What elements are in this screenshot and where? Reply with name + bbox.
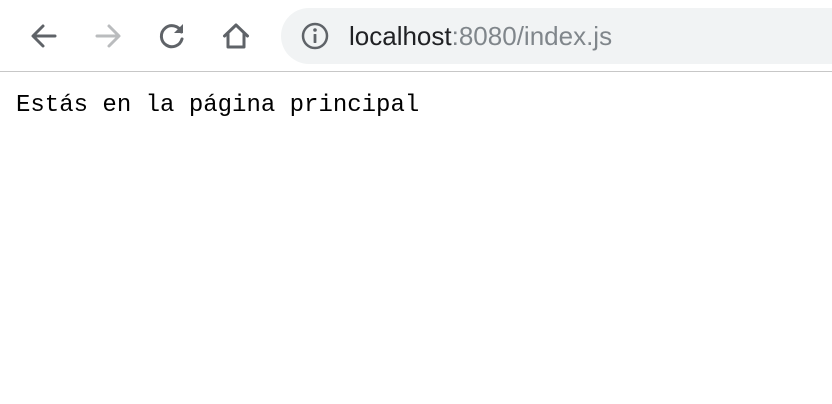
- page-message: Estás en la página principal: [16, 92, 420, 119]
- url-text[interactable]: localhost:8080/index.js: [349, 8, 612, 64]
- url-path: :8080/index.js: [451, 21, 613, 51]
- back-button[interactable]: [24, 16, 64, 56]
- arrow-left-icon: [31, 24, 57, 48]
- home-icon: [223, 23, 249, 49]
- browser-toolbar: localhost:8080/index.js: [0, 0, 832, 72]
- address-bar[interactable]: localhost:8080/index.js: [281, 8, 832, 64]
- arrow-right-icon: [95, 24, 121, 48]
- url-host: localhost: [349, 21, 452, 51]
- forward-button[interactable]: [88, 16, 128, 56]
- home-button[interactable]: [216, 16, 256, 56]
- reload-icon: [159, 24, 184, 49]
- info-icon[interactable]: [301, 22, 329, 50]
- reload-button[interactable]: [152, 16, 192, 56]
